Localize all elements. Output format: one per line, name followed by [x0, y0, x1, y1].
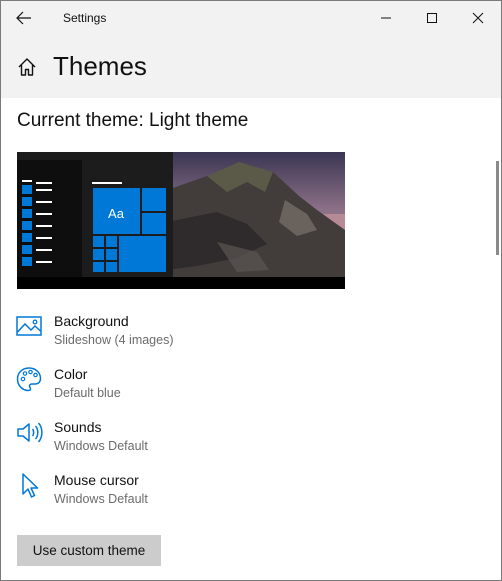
- use-custom-theme-button[interactable]: Use custom theme: [17, 535, 161, 566]
- color-setting[interactable]: Color Default blue: [16, 364, 376, 417]
- current-theme-value: Light theme: [149, 110, 249, 131]
- back-button[interactable]: [1, 1, 47, 35]
- minimize-icon: [381, 17, 391, 19]
- background-setting-name: Background: [54, 313, 129, 329]
- background-setting[interactable]: Background Slideshow (4 images): [16, 311, 376, 364]
- close-icon: [472, 12, 484, 24]
- mouse-cursor-setting[interactable]: Mouse cursor Windows Default: [16, 470, 376, 523]
- window-title: Settings: [63, 11, 107, 25]
- settings-window: Settings Themes Current theme: Light the…: [0, 0, 502, 581]
- title-bar: Settings: [1, 1, 501, 35]
- theme-settings-list: Background Slideshow (4 images) Color De…: [16, 311, 376, 523]
- picture-icon: [16, 316, 42, 336]
- page-header: Themes: [1, 35, 501, 98]
- color-setting-value: Default blue: [54, 386, 121, 400]
- mouse-cursor-setting-name: Mouse cursor: [54, 472, 139, 488]
- main-content: Current theme: Light theme Aa Background…: [16, 98, 501, 580]
- home-icon[interactable]: [17, 57, 37, 77]
- minimize-button[interactable]: [363, 1, 409, 35]
- page-title: Themes: [53, 51, 147, 81]
- maximize-button[interactable]: [409, 1, 455, 35]
- background-setting-value: Slideshow (4 images): [54, 333, 174, 347]
- sounds-setting-name: Sounds: [54, 419, 102, 435]
- palette-icon: [16, 367, 42, 392]
- scrollbar-thumb[interactable]: [496, 161, 499, 255]
- close-button[interactable]: [455, 1, 501, 35]
- theme-preview: Aa: [17, 152, 345, 289]
- current-theme-label: Current theme:: [17, 110, 144, 131]
- sounds-setting-value: Windows Default: [54, 439, 148, 453]
- theme-preview-image: Aa: [17, 152, 345, 289]
- sounds-setting[interactable]: Sounds Windows Default: [16, 417, 376, 470]
- cursor-icon: [22, 473, 39, 498]
- maximize-icon: [427, 13, 437, 23]
- color-setting-name: Color: [54, 366, 88, 382]
- arrow-left-icon: [16, 11, 31, 25]
- window-controls: [363, 1, 501, 35]
- mouse-cursor-setting-value: Windows Default: [54, 492, 148, 506]
- current-theme-heading: Current theme: Light theme: [17, 110, 248, 132]
- preview-tile-text: Aa: [108, 206, 125, 221]
- speaker-icon: [17, 422, 43, 443]
